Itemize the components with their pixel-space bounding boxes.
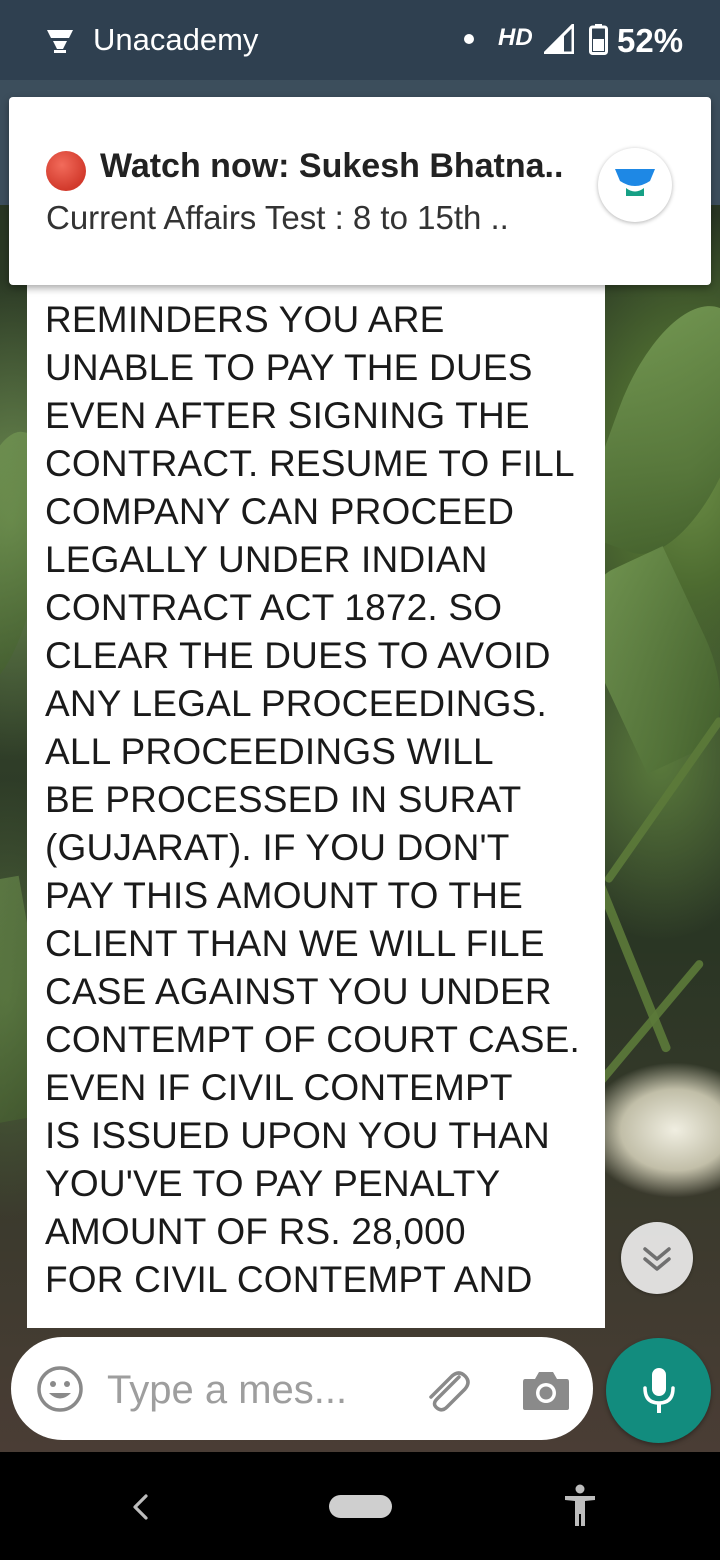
message-line: (GUJARAT). IF YOU DON'T: [45, 827, 510, 868]
message-line: AMOUNT OF RS. 28,000: [45, 1211, 466, 1252]
message-line: CLIENT THAN WE WILL FILE: [45, 923, 545, 964]
message-line: EVEN IF CIVIL CONTEMPT: [45, 1067, 513, 1108]
mic-icon: [643, 1368, 675, 1413]
heads-up-notification[interactable]: Watch now: Sukesh Bhatna.. Current Affai…: [9, 97, 711, 285]
double-chevron-down-icon: [643, 1247, 671, 1271]
scroll-to-bottom-button[interactable]: [621, 1222, 693, 1294]
message-line: CONTRACT. RESUME TO FILL: [45, 443, 575, 484]
message-line: FOR CIVIL CONTEMPT AND: [45, 1259, 533, 1300]
network-type: HD: [498, 24, 533, 51]
home-pill[interactable]: [329, 1495, 392, 1518]
message-line: CONTRACT ACT 1872. SO: [45, 587, 503, 628]
message-line: CONTEMPT OF COURT CASE.: [45, 1019, 580, 1060]
notification-title: Watch now: Sukesh Bhatna..: [100, 147, 564, 185]
status-bar: Unacademy HD 52%: [0, 0, 720, 80]
message-line: EVEN AFTER SIGNING THE: [45, 395, 530, 436]
message-line: LEGALLY UNDER INDIAN: [45, 539, 488, 580]
message-composer: [11, 1337, 593, 1440]
dot-icon: [464, 34, 474, 44]
message-line: CASE AGAINST YOU UNDER: [45, 971, 552, 1012]
message-line: ANY LEGAL PROCEEDINGS.: [45, 683, 548, 724]
unacademy-logo-icon: [598, 148, 672, 222]
message-input[interactable]: [107, 1365, 392, 1415]
message-line: ALL PROCEEDINGS WILL: [45, 731, 494, 772]
message-line: UNABLE TO PAY THE DUES: [45, 347, 533, 388]
battery-percent: 52%: [617, 22, 684, 59]
accessibility-icon[interactable]: [562, 1484, 598, 1528]
message-line: CLEAR THE DUES TO AVOID: [45, 635, 551, 676]
camera-icon[interactable]: [521, 1368, 571, 1412]
back-icon[interactable]: [128, 1492, 152, 1522]
message-line: YOU'VE TO PAY PENALTY: [45, 1163, 501, 1204]
live-dot-icon: [46, 151, 86, 191]
notification-app-icon: [47, 30, 73, 53]
notification-body: Current Affairs Test : 8 to 15th ..: [46, 199, 509, 236]
message-line: PAY THIS AMOUNT TO THE: [45, 875, 523, 916]
mic-button[interactable]: [606, 1338, 711, 1443]
message-line: REMINDERS YOU ARE: [45, 299, 445, 340]
battery-icon: [589, 24, 608, 55]
status-app-name: Unacademy: [93, 22, 259, 57]
signal-icon: [544, 24, 574, 54]
message-line: IS ISSUED UPON YOU THAN: [45, 1115, 550, 1156]
emoji-icon[interactable]: [35, 1364, 85, 1414]
message-text: SURI OF GIVING SEVERAREMINDERS YOU AREUN…: [45, 248, 600, 1304]
message-line: COMPANY CAN PROCEED: [45, 491, 515, 532]
attach-icon[interactable]: [421, 1367, 471, 1413]
message-line: BE PROCESSED IN SURAT: [45, 779, 522, 820]
message-bubble[interactable]: SURI OF GIVING SEVERAREMINDERS YOU AREUN…: [27, 240, 605, 1328]
